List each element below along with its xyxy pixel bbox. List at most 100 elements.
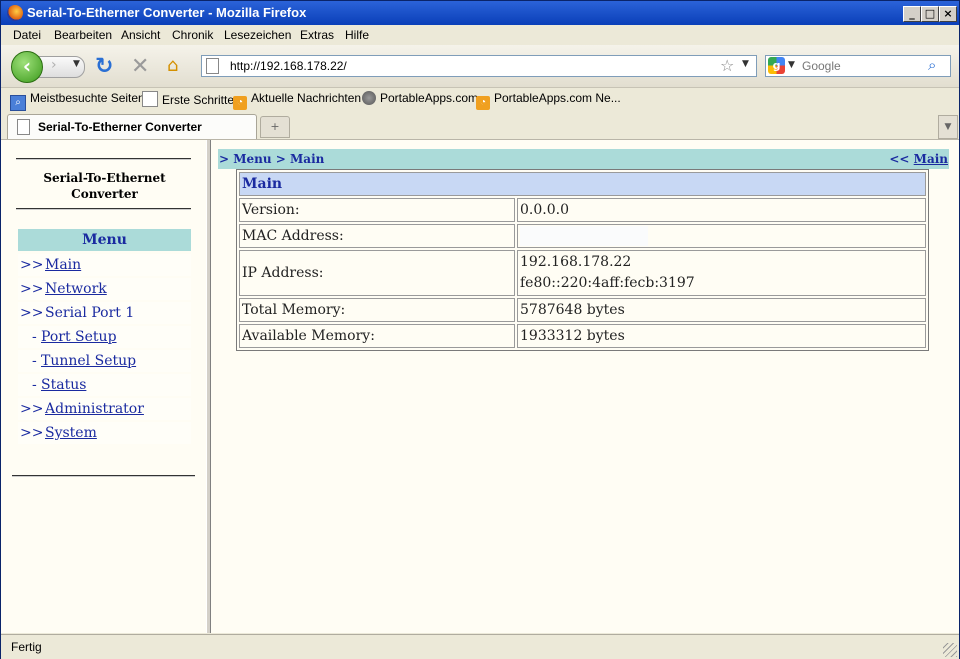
row-label: Available Memory:	[239, 324, 515, 348]
link-port-setup[interactable]: Port Setup	[41, 326, 117, 348]
sidebar-item-main: >> Main	[18, 254, 191, 276]
row-label: Total Memory:	[239, 298, 515, 322]
folder-icon: ⌕	[10, 95, 26, 111]
address-bar[interactable]: http://192.168.178.22/ ☆ ▼	[201, 55, 757, 77]
page-content: Serial-To-Ethernet Converter Menu >> Main…	[1, 140, 959, 633]
link-tunnel-setup[interactable]: Tunnel Setup	[41, 350, 136, 372]
rss-icon: ◔	[476, 96, 490, 110]
divider	[16, 158, 191, 160]
tab-active[interactable]: Serial-To-Etherner Converter	[7, 114, 257, 139]
item-prefix: -	[32, 377, 37, 393]
forward-button[interactable]: ›	[51, 57, 57, 73]
row-value: 1933312 bytes	[517, 324, 926, 348]
sidebar-item-status: - Status	[18, 374, 191, 396]
link-system[interactable]: System	[45, 422, 97, 444]
info-table: Main Version: 0.0.0.0 MAC Address: IP Ad…	[236, 169, 929, 351]
table-header-row: Main	[239, 172, 926, 196]
search-icon[interactable]: ⌕	[928, 56, 936, 74]
bookmark-erste-schritte[interactable]: Erste Schritte	[142, 91, 234, 107]
item-prefix: >>	[20, 401, 44, 417]
serial-port-label: Serial Port 1	[45, 305, 135, 321]
search-input[interactable]: Google	[802, 59, 841, 73]
menu-bearbeiten[interactable]: Bearbeiten	[54, 28, 112, 42]
table-title: Main	[239, 172, 926, 196]
item-prefix: >>	[20, 281, 44, 297]
brand-line2: Converter	[71, 187, 138, 201]
bookmark-star-icon[interactable]: ☆	[720, 56, 734, 75]
breadcrumb-back-prefix: <<	[889, 152, 910, 166]
portableapps-icon	[362, 91, 376, 105]
stop-button[interactable]: ✕	[131, 54, 149, 79]
close-button[interactable]: ×	[939, 6, 957, 22]
reload-button[interactable]: ↻	[95, 54, 113, 79]
item-prefix: >>	[20, 425, 44, 441]
table-row: MAC Address:	[239, 224, 926, 248]
new-tab-button[interactable]: +	[260, 116, 290, 138]
home-button[interactable]: ⌂	[167, 55, 178, 76]
page-icon	[142, 91, 158, 107]
row-value: 192.168.178.22 fe80::220:4aff:fecb:3197	[517, 250, 926, 296]
sidebar-item-system: >> System	[18, 422, 191, 444]
row-label: MAC Address:	[239, 224, 515, 248]
menu-datei[interactable]: Datei	[13, 28, 41, 42]
address-input[interactable]: http://192.168.178.22/	[230, 59, 347, 73]
sidebar-item-administrator: >> Administrator	[18, 398, 191, 420]
link-status[interactable]: Status	[41, 374, 86, 396]
menu-lesezeichen[interactable]: Lesezeichen	[224, 28, 291, 42]
mac-address-redacted	[520, 226, 648, 246]
right-frame: > Menu > Main << Main Main Version: 0.0.…	[211, 140, 959, 633]
brand-title: Serial-To-Ethernet Converter	[18, 170, 191, 202]
menu-extras[interactable]: Extras	[300, 28, 334, 42]
page-icon	[206, 58, 219, 74]
window-title: Serial-To-Etherner Converter - Mozilla F…	[27, 5, 307, 20]
menu-ansicht[interactable]: Ansicht	[121, 28, 160, 42]
engine-dropdown-icon[interactable]: ▼	[788, 60, 795, 70]
link-network[interactable]: Network	[45, 278, 107, 300]
search-bar[interactable]: g ▼ Google ⌕	[765, 55, 951, 77]
bookmark-label: Aktuelle Nachrichten	[251, 91, 362, 105]
table-row: Available Memory: 1933312 bytes	[239, 324, 926, 348]
address-dropdown-icon[interactable]: ▼	[742, 59, 749, 69]
breadcrumb: > Menu > Main << Main	[218, 149, 949, 169]
divider	[12, 475, 195, 477]
bookmark-label: PortableApps.com Ne...	[494, 91, 621, 105]
tab-list-dropdown-icon[interactable]: ▼	[938, 115, 958, 139]
menu-chronik[interactable]: Chronik	[172, 28, 213, 42]
google-engine-icon[interactable]: g	[768, 57, 785, 74]
minimize-button[interactable]: _	[903, 6, 921, 22]
menu-title: Menu	[18, 229, 191, 251]
row-label: IP Address:	[239, 250, 515, 296]
bookmark-nachrichten[interactable]: ◔ Aktuelle Nachrichten	[233, 91, 361, 110]
page-icon	[17, 119, 30, 135]
table-row: IP Address: 192.168.178.22 fe80::220:4af…	[239, 250, 926, 296]
ipv6-address: fe80::220:4aff:fecb:3197	[520, 275, 695, 291]
item-prefix: -	[32, 353, 37, 369]
row-value	[517, 224, 926, 248]
history-dropdown-icon[interactable]: ▼	[73, 59, 80, 69]
sidebar-item-serial-port-1: >> Serial Port 1	[18, 302, 191, 324]
sidebar-item-tunnel-setup: - Tunnel Setup	[18, 350, 191, 372]
menu-bar: Datei Bearbeiten Ansicht Chronik Lesezei…	[1, 25, 959, 45]
tab-label: Serial-To-Etherner Converter	[38, 120, 202, 134]
resize-grip[interactable]	[943, 643, 957, 657]
brand-line1: Serial-To-Ethernet	[43, 171, 166, 185]
left-frame: Serial-To-Ethernet Converter Menu >> Main…	[1, 140, 206, 633]
browser-window: Serial-To-Etherner Converter - Mozilla F…	[0, 0, 960, 659]
breadcrumb-main-link[interactable]: Main	[914, 152, 948, 166]
maximize-button[interactable]: □	[921, 6, 939, 22]
row-value: 0.0.0.0	[517, 198, 926, 222]
ipv4-address: 192.168.178.22	[520, 254, 632, 270]
menu-hilfe[interactable]: Hilfe	[345, 28, 369, 42]
link-administrator[interactable]: Administrator	[45, 398, 144, 420]
bookmark-portableapps-news[interactable]: ◔ PortableApps.com Ne...	[476, 91, 621, 110]
bookmark-meistbesuchte[interactable]: ⌕ Meistbesuchte Seiten	[10, 91, 145, 111]
item-prefix: -	[32, 329, 37, 345]
breadcrumb-path: > Menu > Main	[219, 152, 325, 166]
status-bar: Fertig	[1, 634, 959, 659]
row-value: 5787648 bytes	[517, 298, 926, 322]
back-button[interactable]: ‹	[11, 51, 43, 83]
bookmark-portableapps[interactable]: PortableApps.com	[362, 91, 478, 105]
link-main[interactable]: Main	[45, 254, 81, 276]
bookmark-label: Erste Schritte	[162, 93, 235, 107]
navigation-toolbar: ‹ › ▼ ↻ ✕ ⌂ http://192.168.178.22/ ☆ ▼ g…	[1, 45, 959, 88]
